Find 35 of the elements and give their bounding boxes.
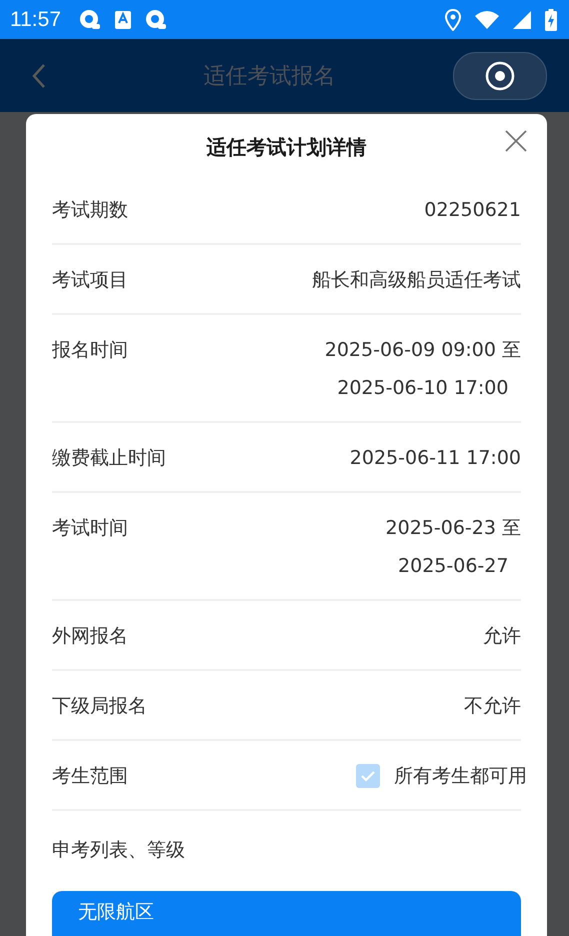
chat-bubble-icon xyxy=(145,8,167,30)
field-label: 考试期数 xyxy=(52,198,128,223)
field-label: 考试时间 xyxy=(52,516,128,541)
location-icon xyxy=(445,8,461,30)
capsule-button[interactable] xyxy=(453,52,547,100)
field-label: 考试项目 xyxy=(52,268,128,293)
status-time: 11:57 xyxy=(10,8,61,32)
wifi-icon xyxy=(475,10,499,28)
chat-bubble-icon xyxy=(79,8,101,30)
field-label: 缴费截止时间 xyxy=(52,446,166,471)
keyboard-icon xyxy=(115,10,131,28)
field-value: 02250621 xyxy=(424,198,521,223)
check-icon xyxy=(360,770,376,782)
field-value: 2025-06-09 09:00 至 xyxy=(324,338,521,363)
field-value: 2025-06-27 xyxy=(398,554,508,579)
field-value: 不允许 xyxy=(464,694,521,719)
back-icon[interactable] xyxy=(32,62,46,88)
field-value: 船长和高级船员适任考试 xyxy=(312,268,521,293)
field-value: 允许 xyxy=(483,624,521,649)
field-label: 报名时间 xyxy=(52,338,128,363)
signal-icon xyxy=(513,10,531,28)
target-icon xyxy=(485,60,515,90)
field-value: 2025-06-23 至 xyxy=(386,516,521,541)
page-title: 适任考试报名 xyxy=(202,62,336,90)
field-label: 下级局报名 xyxy=(52,694,147,719)
field-label: 外网报名 xyxy=(52,624,128,649)
dialog-title: 适任考试计划详情 xyxy=(206,134,368,161)
category-bar[interactable]: 无限航区 xyxy=(52,891,521,936)
checkbox-label: 所有考生都可用 xyxy=(394,764,527,789)
section-title: 申考列表、等级 xyxy=(52,838,186,863)
battery-icon xyxy=(545,8,557,30)
field-value: 2025-06-10 17:00 xyxy=(337,376,508,401)
field-label: 考生范围 xyxy=(52,764,128,789)
field-value: 2025-06-11 17:00 xyxy=(350,446,521,471)
close-icon[interactable] xyxy=(505,130,527,152)
